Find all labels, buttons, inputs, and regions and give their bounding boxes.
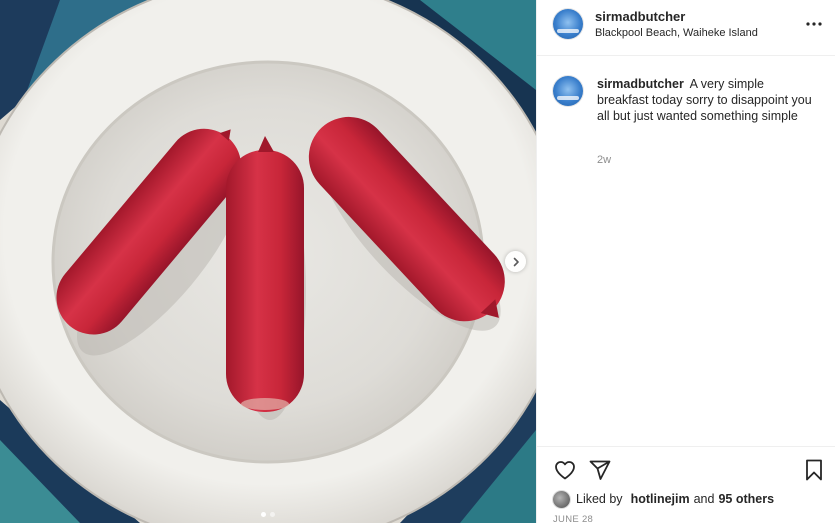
bookmark-icon [806, 459, 822, 481]
carousel-dot [270, 512, 275, 517]
caption-username[interactable]: sirmadbutcher [597, 77, 684, 91]
post-photo[interactable] [0, 0, 536, 523]
chevron-right-icon [513, 257, 519, 266]
author-username[interactable]: sirmadbutcher [595, 9, 685, 24]
paper-plane-icon [589, 460, 611, 480]
more-options-button[interactable] [804, 14, 824, 34]
save-button[interactable] [802, 458, 826, 482]
share-button[interactable] [588, 458, 612, 482]
post-sidebar: sirmadbutcher Blackpool Beach, Waiheke I… [536, 0, 835, 523]
liker-avatar[interactable] [553, 490, 570, 508]
post-date[interactable]: JUNE 28 [553, 514, 593, 523]
more-options-icon [806, 22, 822, 26]
caption-avatar[interactable] [553, 76, 583, 106]
carousel-dot-active [261, 512, 266, 517]
likes-count-link[interactable]: 95 others [718, 492, 774, 506]
avatar[interactable] [553, 9, 583, 39]
post-location[interactable]: Blackpool Beach, Waiheke Island [595, 27, 758, 39]
likes-summary: Liked by hotlinejim and 95 others [553, 490, 774, 508]
carousel-indicator [0, 512, 536, 517]
post-age[interactable]: 2w [597, 154, 611, 166]
liked-by-label: Liked by [576, 492, 623, 506]
breakfast-photo [0, 0, 536, 523]
next-photo-button[interactable] [505, 251, 526, 272]
liked-by-joiner: and [693, 492, 715, 506]
post-header: sirmadbutcher Blackpool Beach, Waiheke I… [537, 0, 835, 56]
like-button[interactable] [553, 458, 577, 482]
post-actions: Liked by hotlinejim and 95 others JUNE 2… [537, 446, 835, 523]
liker-username[interactable]: hotlinejim [631, 492, 690, 506]
heart-icon [555, 461, 575, 480]
caption-text: sirmadbutcher A very simple breakfast to… [597, 76, 817, 124]
